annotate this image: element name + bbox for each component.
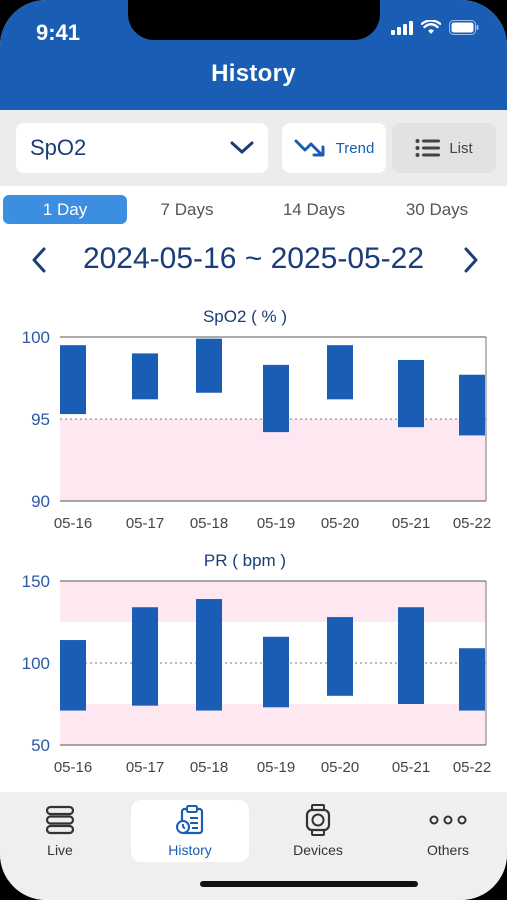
date-range: 2024-05-16 ~ 2025-05-22 <box>82 242 425 275</box>
range-bar-05-22 <box>459 648 485 711</box>
range-bar-05-17 <box>132 607 158 706</box>
range-tab-1-day[interactable]: 1 Day <box>3 195 127 224</box>
trend-label: Trend <box>335 139 375 157</box>
tab-others-label: Others <box>426 842 469 858</box>
page-title: History <box>211 60 296 87</box>
x-tick-label: 05-19 <box>257 515 295 532</box>
range-bar-05-21 <box>398 359 424 428</box>
y-tick-label: 150 <box>22 572 50 591</box>
chevron-left-icon[interactable] <box>26 246 54 274</box>
metric-select-value: SpO2 <box>30 135 87 160</box>
chevron-down-icon <box>230 141 254 154</box>
y-tick-label: 95 <box>31 410 50 429</box>
metric-select[interactable]: SpO2 <box>16 123 268 173</box>
pr-chart-svg: PR ( bpm ) 50 100 150 05-16 05-17 05-18 05-19 05… <box>22 551 492 776</box>
stack-icon <box>45 805 75 835</box>
y-tick-label: 90 <box>31 492 50 511</box>
y-tick-label: 100 <box>22 654 50 673</box>
chevron-right-icon[interactable] <box>456 246 484 274</box>
x-tick-label: 05-22 <box>453 759 491 776</box>
range-tabs: 1 Day 7 Days 14 Days 30 Days <box>0 190 507 226</box>
list-label: List <box>449 139 473 157</box>
x-tick-label: 05-17 <box>126 515 164 532</box>
reference-band <box>60 704 486 745</box>
range-bar-05-16 <box>60 640 86 711</box>
range-bar-05-21 <box>398 607 424 704</box>
list-icon <box>415 139 441 157</box>
status-icons <box>391 20 479 35</box>
spo2-chart-svg: SpO2 ( % ) 90 95 100 05-16 05-17 05-18 05-19 05-… <box>22 307 492 532</box>
range-bar-05-20 <box>327 345 353 400</box>
list-button[interactable]: List <box>392 123 496 173</box>
clipboard-clock-icon <box>176 805 204 835</box>
range-bar-05-19 <box>263 636 289 708</box>
status-time: 9:41 <box>36 20 81 45</box>
tab-devices-label: Devices <box>293 842 343 858</box>
tab-history-label: History <box>168 842 212 858</box>
trend-icon <box>294 139 325 157</box>
tab-live[interactable]: Live <box>1 800 119 862</box>
range-bar-05-22 <box>459 374 485 436</box>
range-bar-05-16 <box>60 345 86 415</box>
wifi-icon <box>421 20 441 34</box>
trend-button[interactable]: Trend <box>282 123 386 173</box>
battery-icon <box>449 20 479 35</box>
chart-title: PR ( bpm ) <box>204 551 286 570</box>
chart-title: SpO2 ( % ) <box>203 307 287 326</box>
x-tick-label: 05-20 <box>321 759 359 776</box>
pr-chart: PR ( bpm ) 50 100 150 05-16 05-17 05-18 05-19 05… <box>0 544 507 784</box>
spo2-chart: SpO2 ( % ) 90 95 100 05-16 05-17 05-18 05-19 05-… <box>0 300 507 540</box>
notch <box>128 0 380 40</box>
y-tick-label: 50 <box>31 736 50 755</box>
controls-bar: SpO2 Trend List <box>0 110 507 186</box>
home-indicator <box>200 881 418 887</box>
tab-others[interactable]: Others <box>389 800 507 862</box>
range-bar-05-17 <box>132 353 158 400</box>
x-tick-label: 05-21 <box>392 515 430 532</box>
more-dots-icon <box>429 815 467 825</box>
date-navigation: 2024-05-16 ~ 2025-05-22 <box>0 236 507 282</box>
range-bar-05-20 <box>327 617 353 696</box>
x-tick-label: 05-17 <box>126 759 164 776</box>
tab-live-label: Live <box>47 842 73 858</box>
header: 9:41 History <box>0 0 507 110</box>
x-tick-label: 05-18 <box>190 759 228 776</box>
range-bar-05-19 <box>263 364 289 433</box>
range-tab-7-days[interactable]: 7 Days <box>125 195 249 224</box>
y-tick-label: 100 <box>22 328 50 347</box>
x-tick-label: 05-22 <box>453 515 491 532</box>
range-bar-05-18 <box>196 599 222 711</box>
x-tick-label: 05-20 <box>321 515 359 532</box>
x-tick-label: 05-21 <box>392 759 430 776</box>
range-bar-05-18 <box>196 338 222 393</box>
x-tick-label: 05-18 <box>190 515 228 532</box>
signal-icon <box>391 20 413 35</box>
range-tab-14-days[interactable]: 14 Days <box>252 195 376 224</box>
x-tick-label: 05-19 <box>257 759 295 776</box>
app-screen: 9:41 History SpO2 Trend List 1 Day 7 Day… <box>0 0 507 900</box>
tab-history[interactable]: History <box>131 800 249 862</box>
range-tab-30-days[interactable]: 30 Days <box>375 195 499 224</box>
tab-devices[interactable]: Devices <box>259 800 377 862</box>
x-tick-label: 05-16 <box>54 759 92 776</box>
watch-icon <box>305 804 331 836</box>
x-tick-label: 05-16 <box>54 515 92 532</box>
